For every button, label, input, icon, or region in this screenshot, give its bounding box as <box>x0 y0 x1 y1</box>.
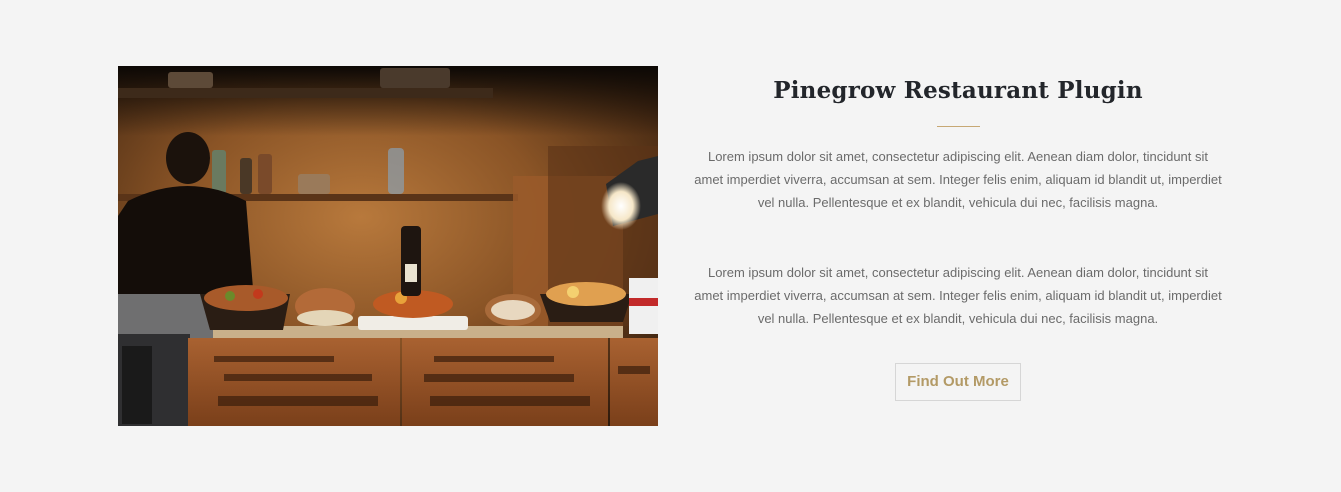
title-divider <box>936 126 980 127</box>
feature-paragraph-1: Lorem ipsum dolor sit amet, consectetur … <box>694 149 1222 210</box>
find-out-more-button[interactable]: Find Out More <box>895 363 1021 401</box>
feature-paragraph-2: Lorem ipsum dolor sit amet, consectetur … <box>694 265 1222 326</box>
feature-title: Pinegrow Restaurant Plugin <box>773 77 1143 104</box>
feature-section: Pinegrow Restaurant Plugin Lorem ipsum d… <box>0 0 1341 492</box>
restaurant-photo <box>118 66 658 426</box>
feature-content: Pinegrow Restaurant Plugin Lorem ipsum d… <box>694 66 1222 401</box>
